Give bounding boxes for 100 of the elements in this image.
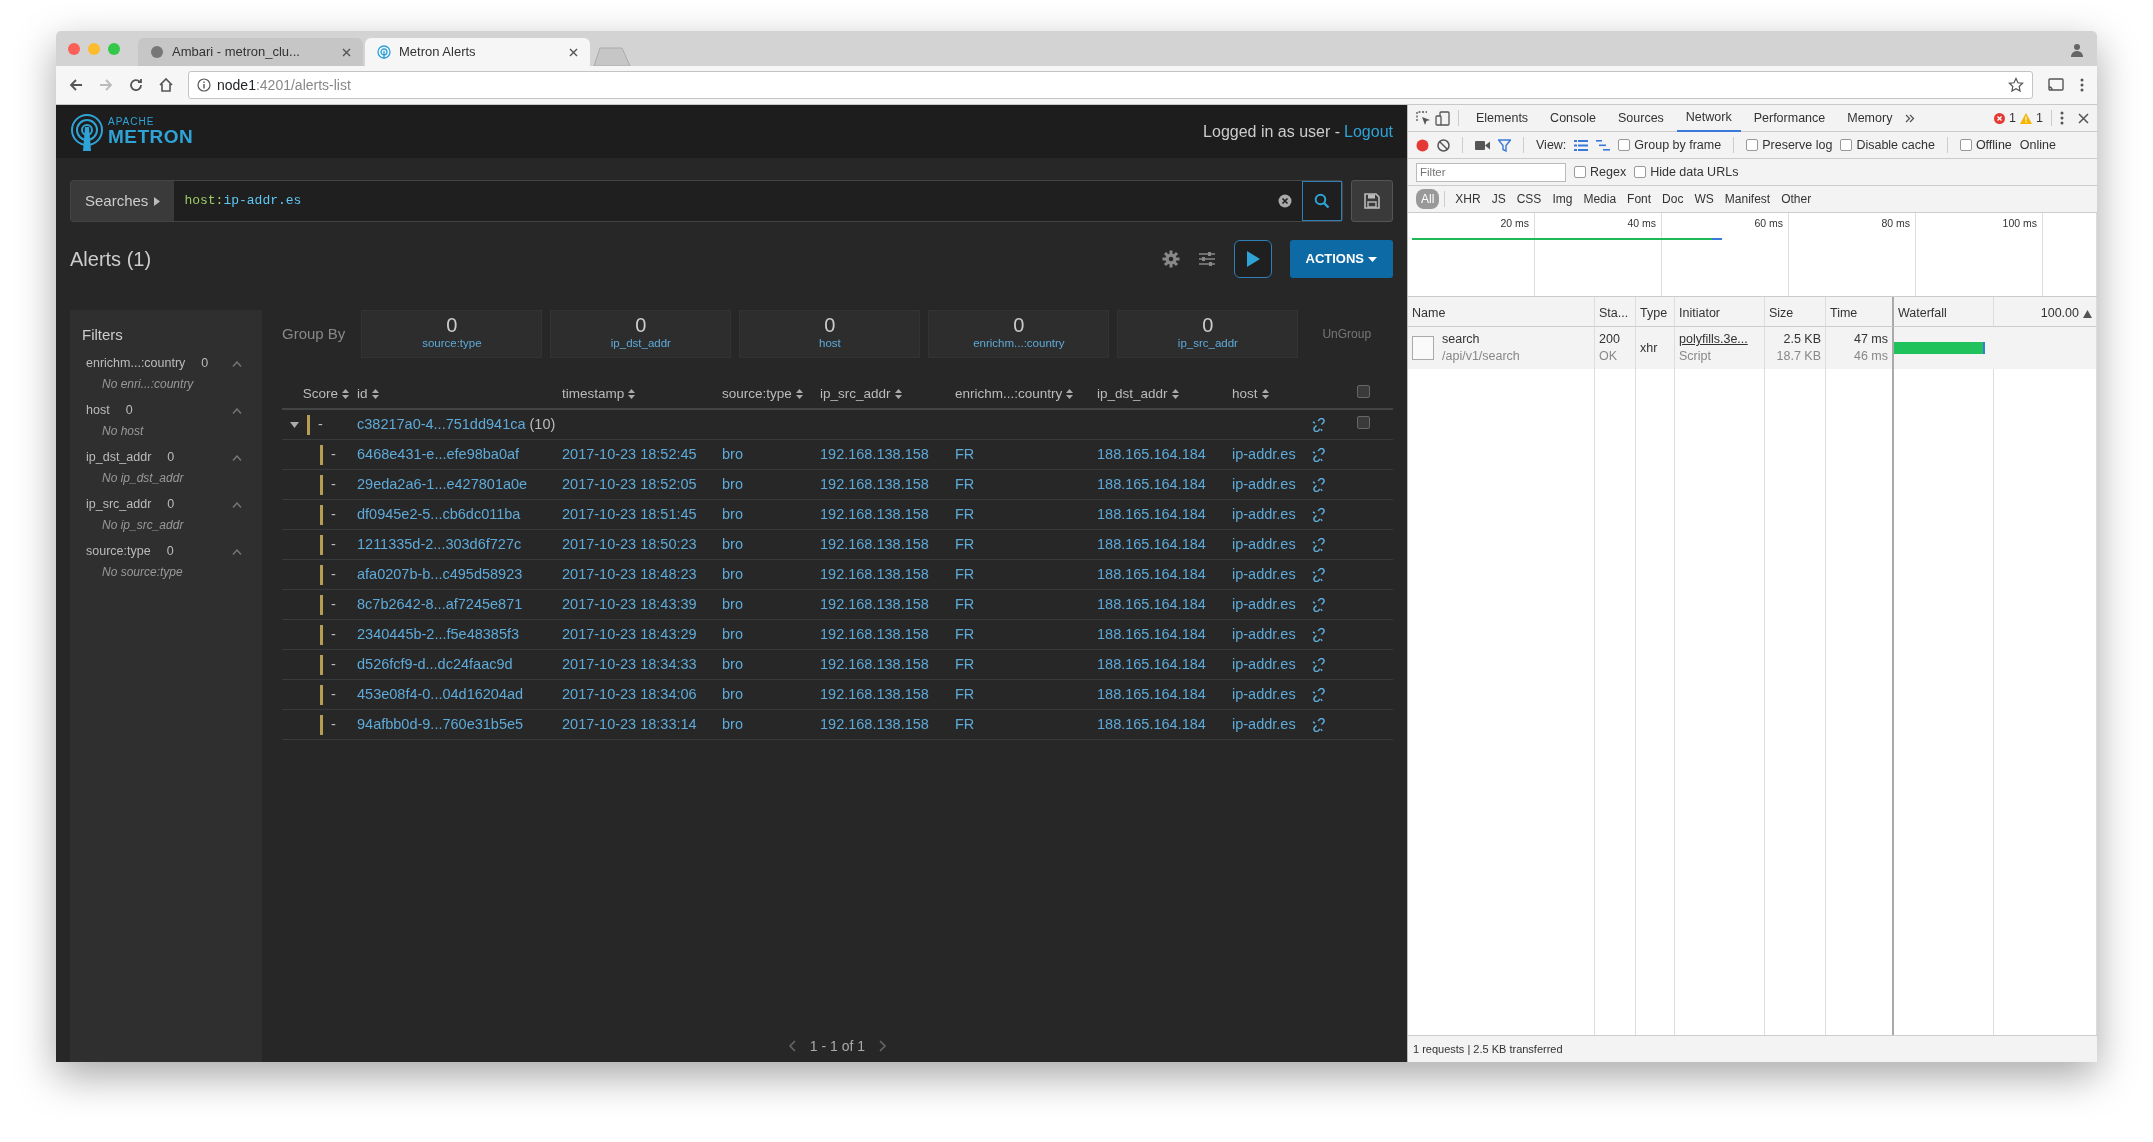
sort-icon[interactable] (371, 389, 379, 399)
request-name[interactable]: search (1442, 331, 1520, 348)
type-filter[interactable]: XHR (1450, 189, 1486, 209)
record-icon[interactable] (1416, 138, 1429, 152)
link-icon[interactable] (1312, 447, 1326, 462)
sort-icon[interactable] (894, 389, 902, 399)
type-filter[interactable]: Manifest (1719, 189, 1776, 209)
table-cell[interactable]: 6468e431-e...efe98ba0af (357, 445, 520, 462)
group-by-option[interactable]: 0 enrichm...:country (928, 310, 1110, 358)
sort-icon[interactable] (1261, 389, 1269, 399)
column-header[interactable]: ip_src_addr (820, 383, 891, 405)
list-view-icon[interactable] (1574, 139, 1589, 151)
filter-label[interactable]: enrichm...:country (86, 354, 186, 373)
menu-icon[interactable] (2079, 77, 2085, 93)
option-checkbox[interactable]: Group by frame (1618, 135, 1722, 155)
clear-icon[interactable] (1437, 138, 1450, 152)
type-filter[interactable]: Doc (1657, 189, 1689, 209)
option-checkbox[interactable]: Preserve log (1746, 135, 1833, 155)
link-icon[interactable] (1312, 687, 1326, 702)
inspect-icon[interactable] (1416, 110, 1431, 126)
table-cell[interactable]: 453e08f4-0...04d16204ad (357, 685, 524, 702)
table-cell[interactable]: 29eda2a6-1...e427801a0e (357, 475, 528, 492)
link-icon[interactable] (1312, 717, 1326, 732)
option-checkbox[interactable]: Regex (1574, 162, 1627, 182)
column-header[interactable]: enrichm...:country (955, 383, 1063, 405)
devtools-tab[interactable]: Memory (1838, 104, 1902, 132)
save-button[interactable] (1351, 180, 1393, 222)
waterfall-view-icon[interactable] (1596, 139, 1611, 151)
actions-button[interactable]: ACTIONS (1289, 240, 1393, 278)
home-icon[interactable] (158, 77, 174, 93)
link-icon[interactable] (1312, 657, 1326, 672)
link-icon[interactable] (1312, 507, 1326, 522)
option-checkbox[interactable]: Offline (1959, 135, 2012, 155)
chevron-icon[interactable] (232, 454, 242, 461)
previous-icon[interactable] (787, 1040, 796, 1052)
devtools-tab[interactable]: Performance (1744, 104, 1835, 132)
type-filter[interactable]: Font (1622, 189, 1657, 209)
link-icon[interactable] (1312, 537, 1326, 552)
filter-icon[interactable] (1498, 138, 1511, 152)
type-filter[interactable]: WS (1689, 189, 1719, 209)
devtools-tab[interactable]: Elements (1467, 104, 1538, 132)
sort-icon[interactable] (628, 389, 636, 399)
table-cell[interactable]: df0945e2-5...cb6dc011ba (357, 505, 521, 522)
back-icon[interactable] (68, 77, 84, 93)
group-by-option[interactable]: 0 ip_src_addr (1117, 310, 1299, 358)
sort-icon[interactable] (342, 389, 349, 399)
camera-icon[interactable] (1475, 139, 1490, 151)
table-cell[interactable]: afa0207b-b...c495d58923 (357, 565, 523, 582)
column-header[interactable]: Size (1769, 306, 1794, 320)
table-cell[interactable]: 94afbb0d-9...760e31b5e5 (357, 715, 524, 732)
filter-label[interactable]: ip_dst_addr (86, 448, 152, 467)
link-icon[interactable] (1312, 567, 1326, 582)
error-icon[interactable] (1994, 112, 2006, 124)
play-button[interactable] (1233, 240, 1272, 278)
filter-label[interactable]: ip_src_addr (86, 495, 152, 514)
link-icon[interactable] (1312, 627, 1326, 642)
chevron-icon[interactable] (232, 501, 242, 508)
group-id[interactable]: c38217a0-4...751dd941ca (357, 413, 526, 436)
reload-icon[interactable] (128, 77, 144, 93)
filter-label[interactable]: source:type (86, 542, 151, 561)
device-icon[interactable] (1435, 110, 1450, 126)
link-icon[interactable] (1312, 417, 1326, 432)
table-cell[interactable]: 2340445b-2...f5e48385f3 (357, 625, 520, 642)
browser-tab[interactable]: Ambari - metron_clu... (138, 38, 363, 66)
close-icon[interactable] (342, 47, 351, 57)
link-icon[interactable] (1312, 477, 1326, 492)
cast-icon[interactable] (2047, 77, 2065, 93)
column-header[interactable]: Name (1412, 306, 1446, 320)
sliders-icon[interactable] (1197, 251, 1216, 267)
star-icon[interactable] (2008, 77, 2024, 93)
column-header[interactable]: Time (1830, 306, 1858, 320)
type-filter[interactable]: Other (1776, 189, 1817, 209)
column-header[interactable]: host (1232, 383, 1258, 405)
column-header[interactable]: timestamp (562, 383, 625, 405)
row-checkbox[interactable] (1357, 415, 1370, 429)
browser-tab[interactable]: Metron Alerts (365, 38, 590, 66)
column-header[interactable]: 100.00 (2040, 306, 2079, 320)
group-by-option[interactable]: 0 source:type (361, 310, 543, 358)
filter-label[interactable]: host (86, 401, 110, 420)
warning-count[interactable]: 1 (2036, 108, 2043, 128)
type-filter[interactable]: Img (1547, 189, 1578, 209)
close-icon[interactable] (2078, 112, 2089, 124)
devtools-tab[interactable]: Console (1541, 104, 1605, 132)
address-field[interactable]: node1:4201/alerts-list (188, 71, 2033, 99)
type-filter[interactable]: JS (1486, 189, 1511, 209)
select-all-checkbox[interactable] (1357, 384, 1370, 398)
group-by-option[interactable]: 0 ip_dst_addr (550, 310, 732, 358)
profile-icon[interactable] (2069, 42, 2085, 58)
logout-link[interactable]: Logout (1344, 119, 1393, 144)
chevron-icon[interactable] (232, 407, 242, 414)
throttling-dropdown[interactable]: Online (2019, 135, 2056, 155)
option-checkbox[interactable]: Hide data URLs (1634, 162, 1739, 182)
option-checkbox[interactable]: Disable cache (1840, 135, 1935, 155)
caret-icon[interactable] (290, 421, 299, 428)
sort-icon[interactable] (1171, 389, 1179, 399)
sort-icon[interactable] (2083, 309, 2092, 318)
table-cell[interactable]: 1211335d-2...303d6f727c (357, 535, 522, 552)
next-icon[interactable] (879, 1040, 888, 1052)
devtools-tab[interactable]: Sources (1609, 104, 1673, 132)
group-by-option[interactable]: 0 host (739, 310, 921, 358)
